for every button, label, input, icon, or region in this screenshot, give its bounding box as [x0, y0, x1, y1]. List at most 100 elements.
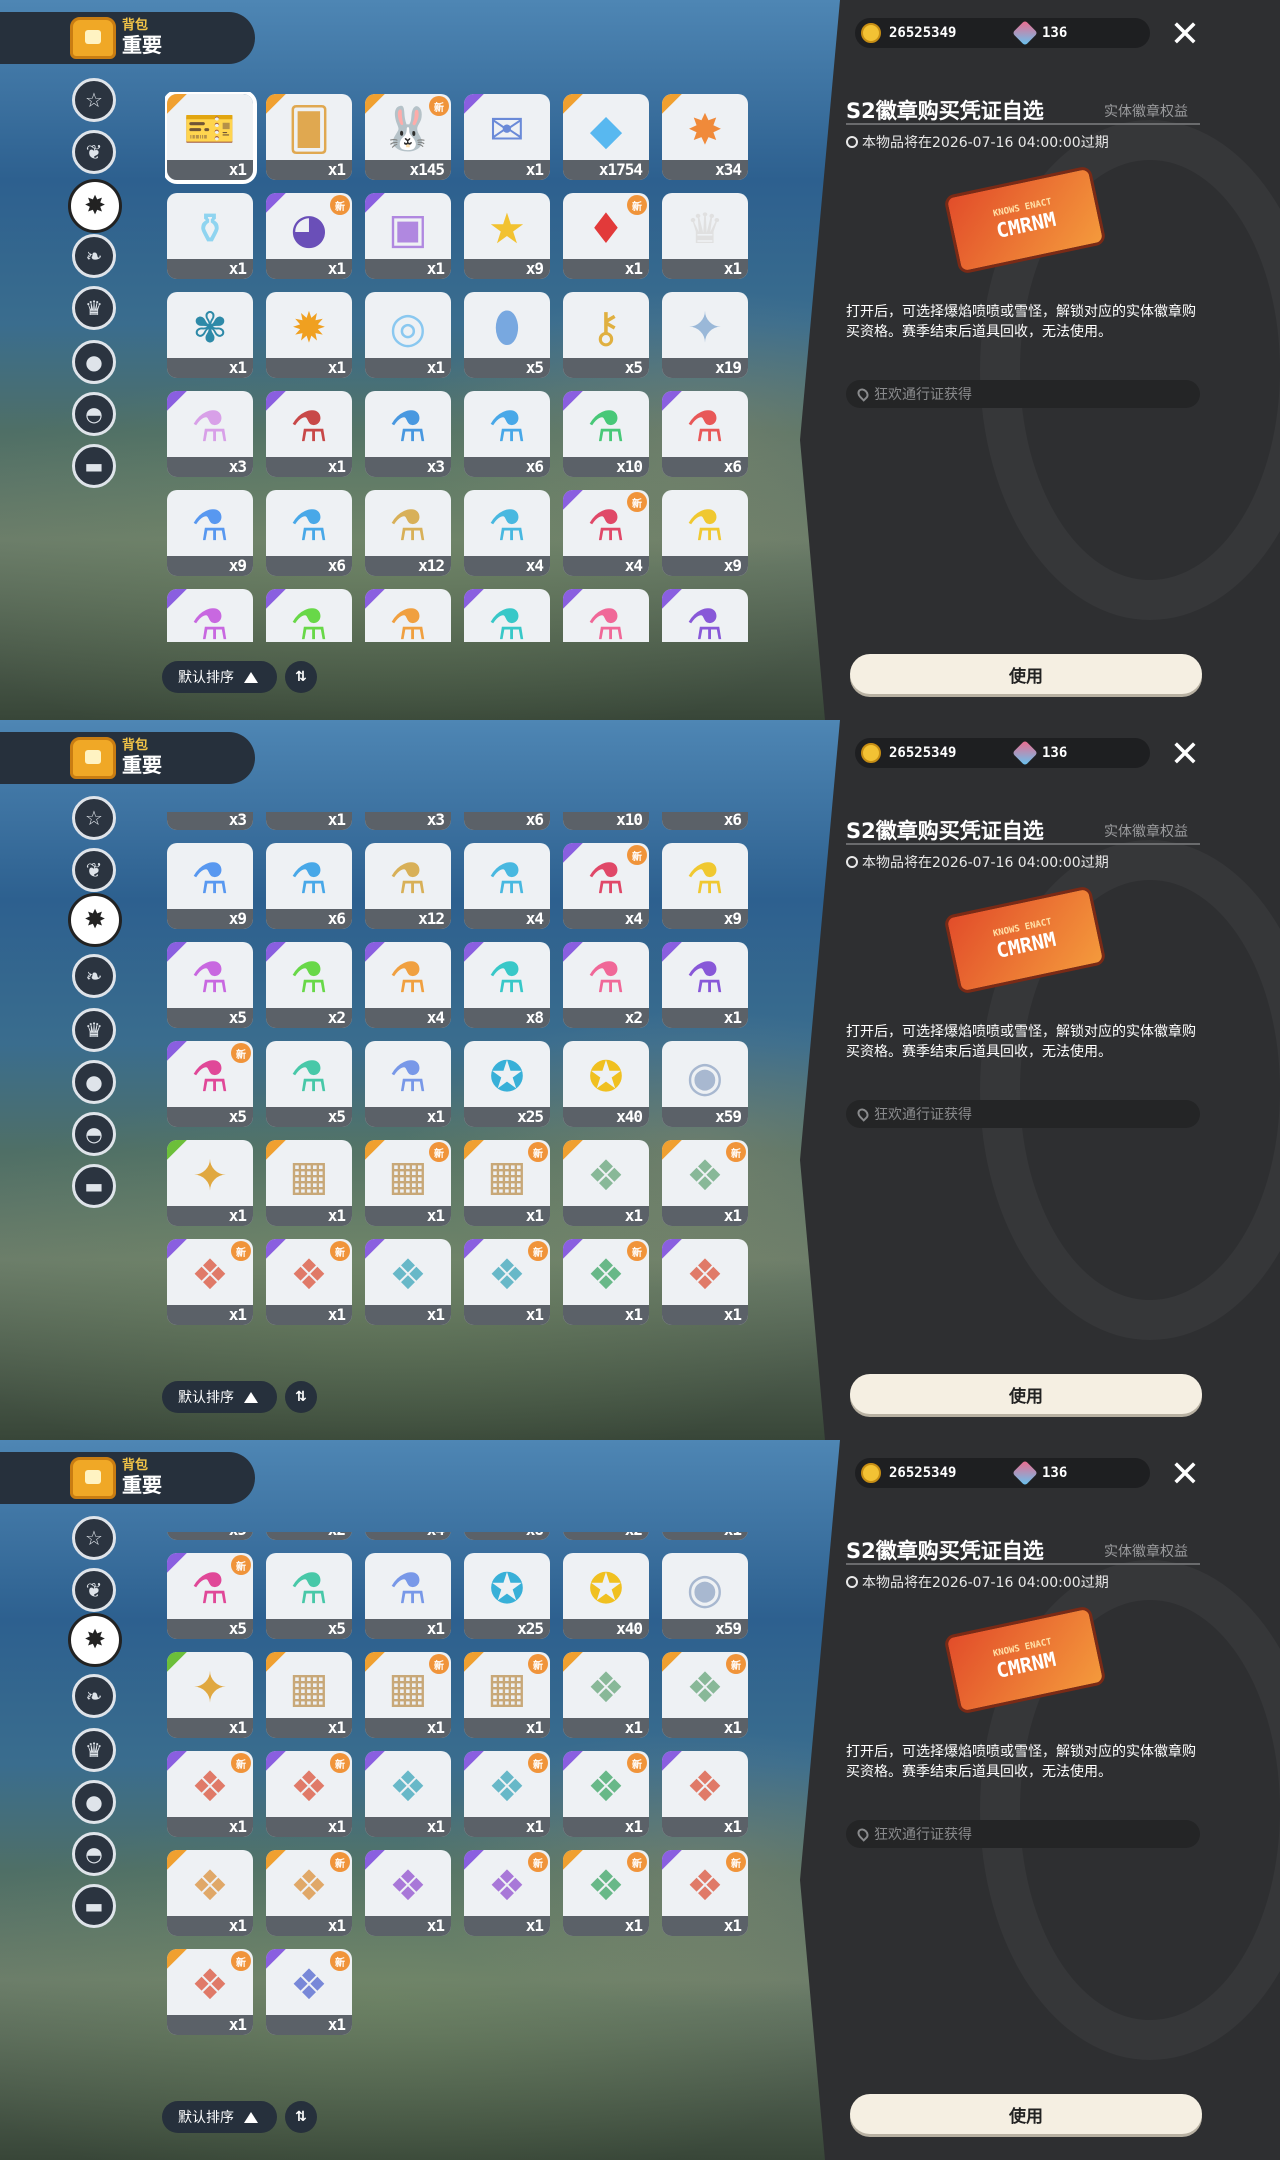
inventory-item[interactable]: 🎫 x1	[165, 92, 257, 184]
star-circle-icon[interactable]: ☆	[72, 78, 116, 122]
inventory-item[interactable]: ❖ 新 x1	[464, 1751, 550, 1837]
heart-leaf-icon[interactable]: ❧	[72, 954, 116, 998]
sort-order-button[interactable]: ⇅	[285, 2101, 317, 2133]
inventory-item[interactable]: ⚗ x1	[365, 1553, 451, 1639]
inventory-item[interactable]: ⚗ x4	[464, 490, 550, 576]
inventory-item[interactable]: ⚗ x5	[167, 1532, 253, 1540]
leaf-icon[interactable]: ❦	[72, 130, 116, 174]
inventory-item[interactable]: ⚗ x4	[365, 1532, 451, 1540]
inventory-item[interactable]: ✪ x40	[563, 1041, 649, 1127]
inventory-item[interactable]: ⚗ x9	[167, 490, 253, 576]
inventory-item[interactable]: ⚗ x1	[662, 1532, 748, 1540]
inventory-item[interactable]: ⚗ 新 x5	[167, 1553, 253, 1639]
star-circle-icon[interactable]: ☆	[72, 796, 116, 840]
inventory-item[interactable]: ❖ 新 x1	[167, 1239, 253, 1325]
inventory-item[interactable]: ⚗ x5	[266, 1041, 352, 1127]
use-button[interactable]: 使用	[850, 654, 1202, 694]
sort-order-button[interactable]: ⇅	[285, 1381, 317, 1413]
close-button[interactable]: ✕	[1168, 1457, 1202, 1493]
crown-scroll-icon[interactable]: ♛	[72, 1008, 116, 1052]
inventory-item[interactable]: ▦ 新 x1	[464, 1140, 550, 1226]
ball-icon[interactable]: ●	[72, 1060, 116, 1104]
inventory-item[interactable]: ❖ x1	[365, 1850, 451, 1936]
ball-icon[interactable]: ●	[72, 1780, 116, 1824]
inventory-item[interactable]: ✪ x25	[464, 1041, 550, 1127]
inventory-item[interactable]: ✸ x34	[662, 94, 748, 180]
inventory-item[interactable]: ★ x9	[464, 193, 550, 279]
inventory-item[interactable]: ▦ 新 x1	[365, 1140, 451, 1226]
crown-scroll-icon[interactable]: ♛	[72, 286, 116, 330]
inventory-item[interactable]: ❖ x1	[563, 1652, 649, 1738]
item-grid[interactable]: 🎫 x1 🂠 x1 🐰 新 x145 ✉ x1 ◆ x1754 ✸ x34 ⚱	[165, 92, 755, 642]
inventory-item[interactable]: ⚗ x6	[464, 812, 550, 830]
inventory-item[interactable]: 🂠 x1	[266, 94, 352, 180]
ball-icon[interactable]: ●	[72, 340, 116, 384]
sort-dropdown[interactable]: 默认排序	[162, 661, 277, 693]
inventory-item[interactable]: ⚗ x9	[167, 843, 253, 929]
inventory-item[interactable]: ⚗ x8	[464, 942, 550, 1028]
inventory-item[interactable]: ❖ 新 x1	[563, 1751, 649, 1837]
inventory-item[interactable]: ❖ 新 x1	[266, 1239, 352, 1325]
heart-leaf-icon[interactable]: ❧	[72, 1674, 116, 1718]
inventory-item[interactable]: ⚗ x3	[365, 812, 451, 830]
inventory-item[interactable]: 🐰 新 x145	[365, 94, 451, 180]
inventory-item[interactable]: ▦ 新 x1	[464, 1652, 550, 1738]
use-button[interactable]: 使用	[850, 2094, 1202, 2134]
inventory-item[interactable]: ❖ 新 x1	[266, 1949, 352, 2035]
inventory-item[interactable]: ❖ x1	[365, 1239, 451, 1325]
sparkle-icon[interactable]: ✸	[68, 893, 122, 947]
inventory-item[interactable]: ✪ x40	[563, 1553, 649, 1639]
inventory-item[interactable]: ✉ x1	[464, 94, 550, 180]
chest-icon[interactable]: ▬	[72, 1884, 116, 1928]
inventory-item[interactable]: ⚗ x8	[464, 1532, 550, 1540]
inventory-item[interactable]: ❖ 新 x1	[464, 1239, 550, 1325]
inventory-item[interactable]: ▦ x1	[266, 1140, 352, 1226]
inventory-item[interactable]: ❖ 新 x1	[266, 1850, 352, 1936]
star-circle-icon[interactable]: ☆	[72, 1516, 116, 1560]
inventory-item[interactable]: ⚗ x6	[662, 812, 748, 830]
inventory-item[interactable]: ⚗ x3	[167, 391, 253, 477]
inventory-item[interactable]: ❖ x1	[365, 1751, 451, 1837]
inventory-item[interactable]: ❖ 新 x1	[662, 1850, 748, 1936]
inventory-item[interactable]: ✹ x1	[266, 292, 352, 378]
acorn-icon[interactable]: ◓	[72, 392, 116, 436]
inventory-item[interactable]: ⚷ x5	[563, 292, 649, 378]
inventory-item[interactable]: ⚗	[167, 589, 253, 642]
inventory-item[interactable]: ❖ 新 x1	[563, 1850, 649, 1936]
inventory-item[interactable]: ▦ x1	[266, 1652, 352, 1738]
acorn-icon[interactable]: ◓	[72, 1832, 116, 1876]
inventory-item[interactable]: ⚗ x6	[266, 490, 352, 576]
close-button[interactable]: ✕	[1168, 737, 1202, 773]
inventory-item[interactable]: ⚗	[662, 589, 748, 642]
inventory-item[interactable]: ✪ x25	[464, 1553, 550, 1639]
inventory-item[interactable]: ▦ 新 x1	[365, 1652, 451, 1738]
inventory-item[interactable]: ❖ 新 x1	[563, 1239, 649, 1325]
inventory-item[interactable]: ⚗ x1	[365, 1041, 451, 1127]
inventory-item[interactable]: ❖ x1	[662, 1239, 748, 1325]
sort-dropdown[interactable]: 默认排序	[162, 1381, 277, 1413]
item-grid[interactable]: ⚗ x5 ⚗ x2 ⚗ x4 ⚗ x8 ⚗ x2 ⚗ x1 ⚗ 新	[165, 1532, 755, 2082]
leaf-icon[interactable]: ❦	[72, 848, 116, 892]
inventory-item[interactable]: ✾ x1	[167, 292, 253, 378]
close-button[interactable]: ✕	[1168, 17, 1202, 53]
inventory-item[interactable]: ⚗ x1	[266, 391, 352, 477]
inventory-item[interactable]: ❖ 新 x1	[167, 1949, 253, 2035]
inventory-item[interactable]: ⚗ x9	[662, 490, 748, 576]
inventory-item[interactable]: ⚗ x6	[464, 391, 550, 477]
inventory-item[interactable]: ❖ 新 x1	[662, 1652, 748, 1738]
inventory-item[interactable]: ❖ 新 x1	[464, 1850, 550, 1936]
inventory-item[interactable]: ⚗ x1	[266, 812, 352, 830]
inventory-item[interactable]: ❖ 新 x1	[167, 1751, 253, 1837]
inventory-item[interactable]: ❖ 新 x1	[662, 1140, 748, 1226]
crown-scroll-icon[interactable]: ♛	[72, 1728, 116, 1772]
inventory-item[interactable]: ♦ 新 x1	[563, 193, 649, 279]
inventory-item[interactable]: ⚗ x5	[266, 1553, 352, 1639]
inventory-item[interactable]: ◆ x1754	[563, 94, 649, 180]
item-grid[interactable]: ⚗ x3 ⚗ x1 ⚗ x3 ⚗ x6 ⚗ x10 ⚗ x6 ⚗	[165, 812, 755, 1362]
inventory-item[interactable]: ⚗ 新 x4	[563, 490, 649, 576]
inventory-item[interactable]: ▣ x1	[365, 193, 451, 279]
sparkle-icon[interactable]: ✸	[68, 1613, 122, 1667]
sort-order-button[interactable]: ⇅	[285, 661, 317, 693]
inventory-item[interactable]: ⬮ x5	[464, 292, 550, 378]
inventory-item[interactable]: ⚗ x2	[266, 942, 352, 1028]
